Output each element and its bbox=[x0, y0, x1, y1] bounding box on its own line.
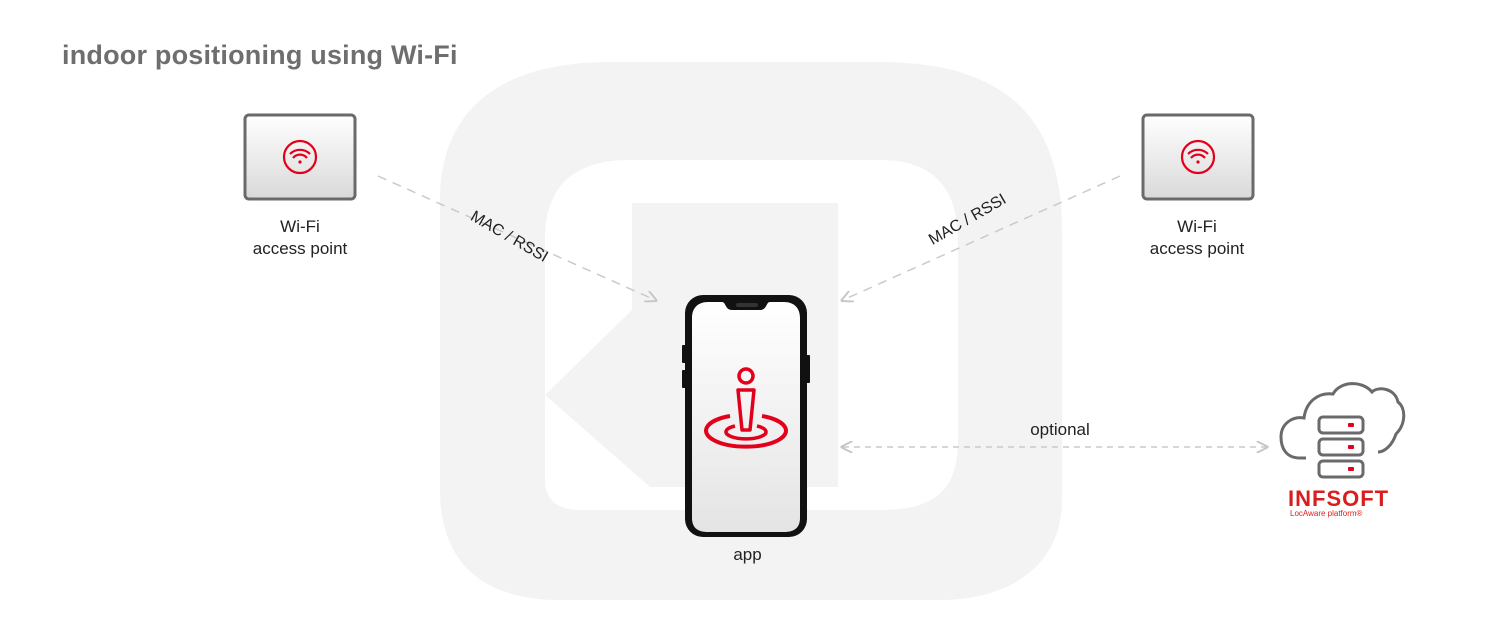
access-point-right bbox=[1141, 113, 1255, 201]
access-point-left-label: Wi-Fi access point bbox=[200, 216, 400, 260]
optional-label: optional bbox=[1030, 420, 1090, 439]
access-point-right-label: Wi-Fi access point bbox=[1097, 216, 1297, 260]
access-point-right-label-line2: access point bbox=[1149, 239, 1245, 258]
diagram-canvas bbox=[243, 62, 1406, 600]
access-point-right-label-line1: Wi-Fi bbox=[1177, 217, 1217, 236]
access-point-left bbox=[243, 113, 357, 201]
app-label: app bbox=[733, 545, 762, 564]
cloud-server-icon bbox=[1279, 382, 1406, 479]
page-title: indoor positioning using Wi-Fi bbox=[62, 40, 458, 70]
brand-logo-subtitle: LocAware platform® bbox=[1290, 509, 1363, 518]
smartphone-icon bbox=[682, 295, 810, 537]
access-point-left-label-line2: access point bbox=[252, 239, 348, 258]
access-point-left-label-line1: Wi-Fi bbox=[280, 217, 320, 236]
